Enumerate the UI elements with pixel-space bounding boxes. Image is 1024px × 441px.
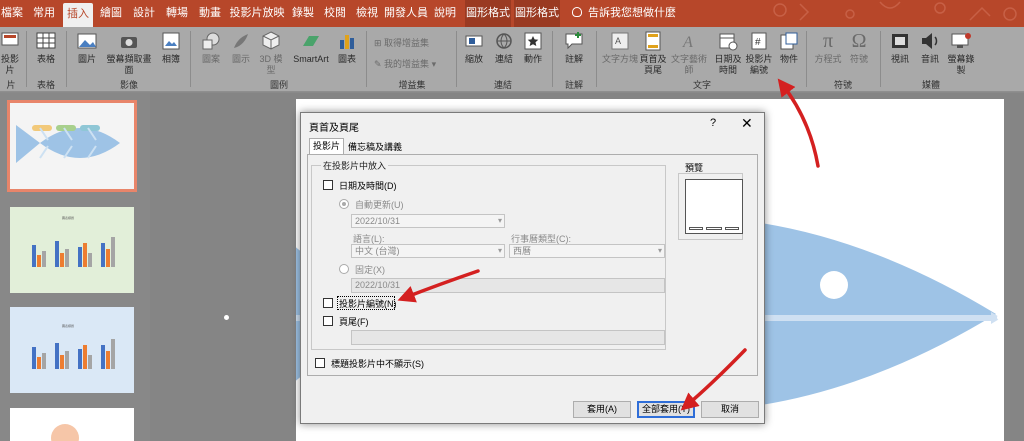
arrow-to-apply-all-button bbox=[680, 348, 747, 411]
arrow-to-slide-number-checkbox bbox=[397, 269, 480, 303]
annotation-arrows bbox=[397, 78, 820, 411]
arrow-to-slide-number-ribbon bbox=[777, 78, 820, 168]
